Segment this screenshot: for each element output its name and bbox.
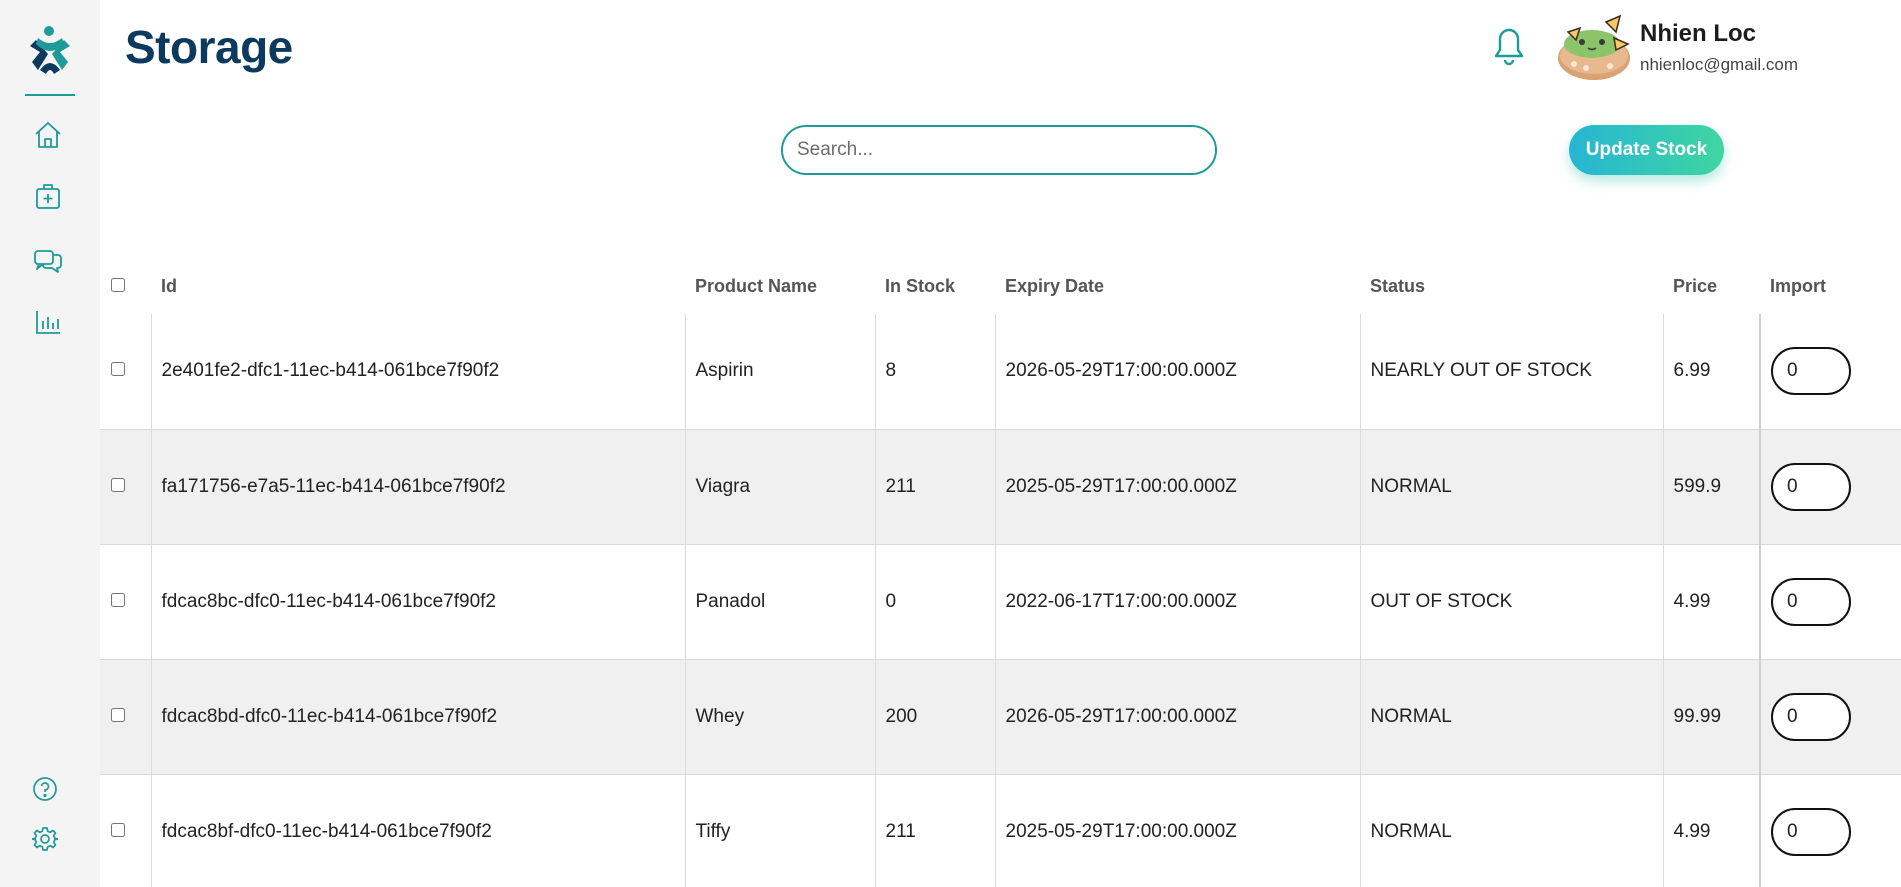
table-row[interactable]: fdcac8bd-dfc0-11ec-b414-061bce7f90f2 Whe… — [100, 659, 1901, 774]
cell-in-stock: 211 — [874, 429, 995, 544]
cell-price: 99.99 — [1662, 659, 1760, 774]
search-input[interactable] — [781, 125, 1217, 175]
table-row[interactable]: fa171756-e7a5-11ec-b414-061bce7f90f2 Via… — [100, 429, 1901, 544]
home-icon — [35, 122, 61, 148]
cell-price: 4.99 — [1662, 544, 1760, 659]
row-checkbox[interactable] — [111, 477, 125, 492]
row-checkbox[interactable] — [111, 592, 125, 607]
cell-id: fdcac8bc-dfc0-11ec-b414-061bce7f90f2 — [150, 544, 685, 659]
cell-id: fdcac8bf-dfc0-11ec-b414-061bce7f90f2 — [150, 774, 685, 887]
column-header-product-name[interactable]: Product Name — [685, 258, 875, 314]
select-all-checkbox[interactable] — [111, 277, 125, 292]
cell-product-name: Whey — [684, 659, 875, 774]
cell-price: 4.99 — [1662, 774, 1760, 887]
table-header-row: Id Product Name In Stock Expiry Date Sta… — [100, 258, 1901, 314]
stock-table: Id Product Name In Stock Expiry Date Sta… — [100, 258, 1901, 887]
sidebar — [0, 0, 100, 887]
cell-expiry-date: 2026-05-29T17:00:00.000Z — [994, 659, 1360, 774]
medical-bag-icon — [36, 184, 60, 209]
cell-expiry-date: 2026-05-29T17:00:00.000Z — [994, 314, 1360, 429]
user-name: Nhien Loc — [1640, 20, 1757, 47]
column-header-in-stock[interactable]: In Stock — [875, 258, 995, 314]
user-email: nhienloc@gmail.com — [1640, 55, 1799, 74]
cell-status: NEARLY OUT OF STOCK — [1359, 314, 1663, 429]
cell-product-name: Viagra — [684, 429, 875, 544]
cell-status: NORMAL — [1359, 774, 1663, 887]
column-header-expiry-date[interactable]: Expiry Date — [995, 258, 1360, 314]
column-header-id[interactable]: Id — [151, 258, 685, 314]
column-header-price[interactable]: Price — [1663, 258, 1760, 314]
cell-product-name: Panadol — [684, 544, 875, 659]
cell-product-name: Tiffy — [684, 774, 875, 887]
cell-expiry-date: 2025-05-29T17:00:00.000Z — [994, 429, 1360, 544]
page-title: Storage — [125, 21, 293, 73]
logo-divider — [25, 94, 75, 96]
row-checkbox[interactable] — [111, 822, 125, 837]
bar-chart-icon — [36, 311, 60, 334]
column-header-import: Import — [1770, 275, 1826, 296]
import-quantity-input[interactable] — [1771, 807, 1851, 856]
import-quantity-input[interactable] — [1771, 577, 1851, 626]
cell-product-name: Aspirin — [684, 314, 875, 429]
gear-icon — [32, 827, 58, 851]
cell-in-stock: 200 — [874, 659, 995, 774]
chat-icon — [34, 250, 62, 273]
cell-status: NORMAL — [1359, 429, 1663, 544]
table-row[interactable]: 2e401fe2-dfc1-11ec-b414-061bce7f90f2 Asp… — [100, 314, 1901, 429]
avatar[interactable] — [1556, 10, 1632, 82]
sidebar-item-settings[interactable] — [28, 822, 62, 856]
cell-expiry-date: 2025-05-29T17:00:00.000Z — [994, 774, 1360, 887]
row-checkbox[interactable] — [111, 707, 125, 722]
cell-id: fdcac8bd-dfc0-11ec-b414-061bce7f90f2 — [150, 659, 685, 774]
import-quantity-input[interactable] — [1771, 462, 1851, 511]
cell-id: 2e401fe2-dfc1-11ec-b414-061bce7f90f2 — [150, 314, 685, 429]
column-header-status[interactable]: Status — [1360, 258, 1663, 314]
cell-in-stock: 211 — [874, 774, 995, 887]
sidebar-item-reports[interactable] — [31, 305, 65, 339]
table-row[interactable]: fdcac8bc-dfc0-11ec-b414-061bce7f90f2 Pan… — [100, 544, 1901, 659]
help-icon — [33, 777, 57, 801]
app-logo[interactable] — [30, 26, 70, 74]
import-quantity-input[interactable] — [1771, 692, 1851, 741]
select-all-cell — [100, 258, 151, 314]
cell-status: NORMAL — [1359, 659, 1663, 774]
cell-price: 599.9 — [1662, 429, 1760, 544]
sidebar-item-help[interactable] — [28, 772, 62, 806]
table-row[interactable]: fdcac8bf-dfc0-11ec-b414-061bce7f90f2 Tif… — [100, 774, 1901, 887]
row-checkbox[interactable] — [111, 362, 125, 377]
cell-in-stock: 0 — [874, 544, 995, 659]
cell-expiry-date: 2022-06-17T17:00:00.000Z — [994, 544, 1360, 659]
cell-id: fa171756-e7a5-11ec-b414-061bce7f90f2 — [150, 429, 685, 544]
sidebar-item-medicine[interactable] — [31, 179, 65, 213]
sidebar-item-home[interactable] — [31, 118, 65, 152]
update-stock-button[interactable]: Update Stock — [1569, 125, 1724, 175]
sidebar-item-messages[interactable] — [31, 243, 65, 277]
cell-price: 6.99 — [1662, 314, 1760, 429]
import-quantity-input[interactable] — [1771, 347, 1851, 396]
cell-in-stock: 8 — [874, 314, 995, 429]
cell-status: OUT OF STOCK — [1359, 544, 1663, 659]
notification-bell-icon[interactable] — [1492, 26, 1526, 66]
